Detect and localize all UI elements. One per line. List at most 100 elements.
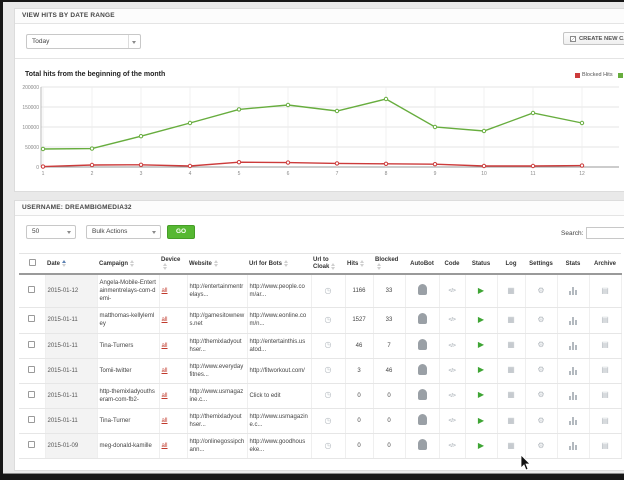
cloak-clock-icon[interactable]: ◷ bbox=[325, 441, 332, 450]
row-checkbox[interactable] bbox=[28, 315, 35, 322]
search-input[interactable] bbox=[586, 227, 624, 239]
archive-icon[interactable]: ▤ bbox=[601, 441, 609, 450]
stats-chart-icon[interactable] bbox=[569, 367, 578, 375]
sort-icon[interactable] bbox=[62, 260, 66, 267]
device-link[interactable]: all bbox=[162, 317, 168, 323]
code-icon[interactable]: </> bbox=[448, 343, 455, 349]
status-play-icon[interactable]: ▶ bbox=[478, 390, 484, 399]
device-link[interactable]: all bbox=[162, 418, 168, 424]
stats-chart-icon[interactable] bbox=[569, 287, 578, 295]
code-icon[interactable]: </> bbox=[448, 317, 455, 323]
cell-url-for-bots[interactable]: http://www.usmagazine.c... bbox=[247, 409, 311, 434]
date-range-select[interactable]: Today bbox=[26, 34, 141, 49]
col-device[interactable]: Device bbox=[159, 254, 187, 275]
cloak-clock-icon[interactable]: ◷ bbox=[325, 286, 332, 295]
cell-url-for-bots[interactable]: http://www.eonline.com/n... bbox=[247, 308, 311, 333]
code-icon[interactable]: </> bbox=[448, 368, 455, 374]
status-play-icon[interactable]: ▶ bbox=[478, 315, 484, 324]
archive-icon[interactable]: ▤ bbox=[601, 416, 609, 425]
sort-icon[interactable] bbox=[214, 260, 218, 267]
device-link[interactable]: all bbox=[162, 343, 168, 349]
archive-icon[interactable]: ▤ bbox=[601, 365, 609, 374]
code-icon[interactable]: </> bbox=[448, 418, 455, 424]
sort-icon[interactable] bbox=[360, 260, 364, 267]
status-play-icon[interactable]: ▶ bbox=[478, 441, 484, 450]
col-campaign[interactable]: Campaign bbox=[97, 254, 159, 275]
archive-icon[interactable]: ▤ bbox=[601, 340, 609, 349]
col-hits[interactable]: Hits bbox=[345, 254, 373, 275]
go-button[interactable]: GO bbox=[167, 225, 195, 239]
settings-gear-icon[interactable]: ⚙ bbox=[537, 441, 544, 450]
autobot-android-icon[interactable] bbox=[418, 414, 427, 425]
status-play-icon[interactable]: ▶ bbox=[478, 365, 484, 374]
sort-icon[interactable] bbox=[284, 260, 288, 267]
log-icon[interactable]: ▦ bbox=[507, 416, 515, 425]
cell-url-for-bots[interactable]: http://entertainthis.usatod... bbox=[247, 333, 311, 358]
stats-chart-icon[interactable] bbox=[569, 442, 578, 450]
archive-icon[interactable]: ▤ bbox=[601, 286, 609, 295]
create-new-campaign-button[interactable]: CREATE NEW CAMPAIGN bbox=[563, 32, 624, 45]
archive-icon[interactable]: ▤ bbox=[601, 315, 609, 324]
sort-icon[interactable] bbox=[163, 263, 167, 270]
code-icon[interactable]: </> bbox=[448, 288, 455, 294]
autobot-android-icon[interactable] bbox=[418, 364, 427, 375]
row-checkbox[interactable] bbox=[28, 341, 35, 348]
cell-url-for-bots[interactable]: http://www.people.com/ar... bbox=[247, 274, 311, 308]
status-play-icon[interactable]: ▶ bbox=[478, 340, 484, 349]
col-website[interactable]: Website bbox=[187, 254, 247, 275]
cloak-clock-icon[interactable]: ◷ bbox=[325, 390, 332, 399]
log-icon[interactable]: ▦ bbox=[507, 390, 515, 399]
bulk-actions-select[interactable]: Bulk Actions bbox=[86, 225, 161, 239]
device-link[interactable]: all bbox=[162, 393, 168, 399]
cloak-clock-icon[interactable]: ◷ bbox=[325, 365, 332, 374]
settings-gear-icon[interactable]: ⚙ bbox=[537, 390, 544, 399]
select-all-checkbox[interactable] bbox=[29, 259, 36, 266]
stats-chart-icon[interactable] bbox=[569, 342, 578, 350]
cell-url-for-bots[interactable]: http://www.goodhouseke... bbox=[247, 434, 311, 459]
cloak-clock-icon[interactable]: ◷ bbox=[325, 340, 332, 349]
log-icon[interactable]: ▦ bbox=[507, 340, 515, 349]
col-url-for-bots[interactable]: Url for Bots bbox=[247, 254, 311, 275]
sort-icon[interactable] bbox=[377, 263, 381, 270]
col-blocked[interactable]: Blocked bbox=[373, 254, 405, 275]
log-icon[interactable]: ▦ bbox=[507, 365, 515, 374]
row-checkbox[interactable] bbox=[28, 391, 35, 398]
autobot-android-icon[interactable] bbox=[418, 439, 427, 450]
settings-gear-icon[interactable]: ⚙ bbox=[537, 340, 544, 349]
cell-url-for-bots[interactable]: http://fitworkout.com/ bbox=[247, 358, 311, 383]
log-icon[interactable]: ▦ bbox=[507, 315, 515, 324]
status-play-icon[interactable]: ▶ bbox=[478, 416, 484, 425]
autobot-android-icon[interactable] bbox=[418, 339, 427, 350]
cell-url-for-bots[interactable]: Click to edit bbox=[247, 383, 311, 408]
cloak-clock-icon[interactable]: ◷ bbox=[325, 315, 332, 324]
status-play-icon[interactable]: ▶ bbox=[478, 286, 484, 295]
stats-chart-icon[interactable] bbox=[569, 392, 578, 400]
settings-gear-icon[interactable]: ⚙ bbox=[537, 315, 544, 324]
row-checkbox[interactable] bbox=[28, 441, 35, 448]
row-checkbox[interactable] bbox=[28, 366, 35, 373]
sort-icon[interactable] bbox=[331, 263, 335, 270]
settings-gear-icon[interactable]: ⚙ bbox=[537, 365, 544, 374]
settings-gear-icon[interactable]: ⚙ bbox=[537, 416, 544, 425]
code-icon[interactable]: </> bbox=[448, 443, 455, 449]
sort-icon[interactable] bbox=[130, 260, 134, 267]
device-link[interactable]: all bbox=[162, 288, 168, 294]
device-link[interactable]: all bbox=[162, 368, 168, 374]
settings-gear-icon[interactable]: ⚙ bbox=[537, 286, 544, 295]
code-icon[interactable]: </> bbox=[448, 393, 455, 399]
stats-chart-icon[interactable] bbox=[569, 316, 578, 324]
autobot-android-icon[interactable] bbox=[418, 313, 427, 324]
autobot-android-icon[interactable] bbox=[418, 389, 427, 400]
page-size-select[interactable]: 50 bbox=[26, 225, 76, 239]
stats-chart-icon[interactable] bbox=[569, 417, 578, 425]
col-url-to-cloak[interactable]: Url to Cloak bbox=[311, 254, 345, 275]
cloak-clock-icon[interactable]: ◷ bbox=[325, 416, 332, 425]
row-checkbox[interactable] bbox=[28, 286, 35, 293]
archive-icon[interactable]: ▤ bbox=[601, 390, 609, 399]
col-date[interactable]: Date bbox=[45, 254, 97, 275]
log-icon[interactable]: ▦ bbox=[507, 441, 515, 450]
autobot-android-icon[interactable] bbox=[418, 284, 427, 295]
log-icon[interactable]: ▦ bbox=[507, 286, 515, 295]
device-link[interactable]: all bbox=[162, 443, 168, 449]
row-checkbox[interactable] bbox=[28, 416, 35, 423]
